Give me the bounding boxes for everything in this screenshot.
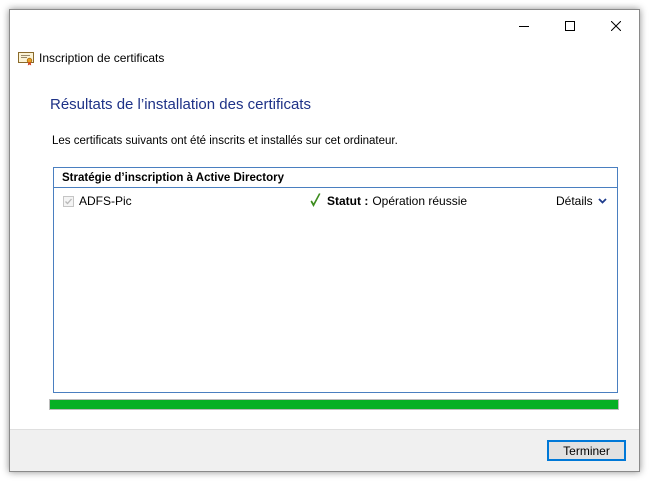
chevron-down-icon <box>598 198 607 204</box>
progress-bar <box>49 399 619 410</box>
maximize-icon <box>565 21 575 31</box>
status-label: Statut : <box>327 193 369 208</box>
certificate-icon <box>18 52 34 66</box>
certificate-checkbox[interactable] <box>63 196 74 207</box>
app-header: Inscription de certificats <box>18 49 164 67</box>
maximize-button[interactable] <box>547 10 593 42</box>
progress-fill <box>50 400 618 409</box>
close-button[interactable] <box>593 10 639 42</box>
certificate-name: ADFS-Pic <box>79 194 132 208</box>
footer: Terminer <box>10 429 639 471</box>
status-value: Opération réussie <box>372 193 468 208</box>
certificate-enrollment-window: Inscription de certificats Résultats de … <box>9 9 640 472</box>
page-heading: Résultats de l’installation des certific… <box>50 96 311 113</box>
checkmark-icon <box>65 198 72 205</box>
status: Statut : Opération réussie <box>310 193 467 208</box>
window-title: Inscription de certificats <box>39 51 165 65</box>
close-icon <box>611 21 621 31</box>
minimize-button[interactable] <box>501 10 547 42</box>
success-check-icon <box>310 193 321 207</box>
details-toggle[interactable]: Détails <box>556 194 607 208</box>
policy-header: Stratégie d’inscription à Active Directo… <box>54 168 617 188</box>
title-bar[interactable] <box>10 10 639 42</box>
certificate-row: ADFS-Pic Statut : Opération réussie Déta… <box>54 188 617 212</box>
details-label: Détails <box>556 194 593 208</box>
certificate-list-panel: Stratégie d’inscription à Active Directo… <box>53 167 618 393</box>
page-description: Les certificats suivants ont été inscrit… <box>52 135 398 147</box>
minimize-icon <box>519 26 529 27</box>
finish-button[interactable]: Terminer <box>547 440 626 461</box>
